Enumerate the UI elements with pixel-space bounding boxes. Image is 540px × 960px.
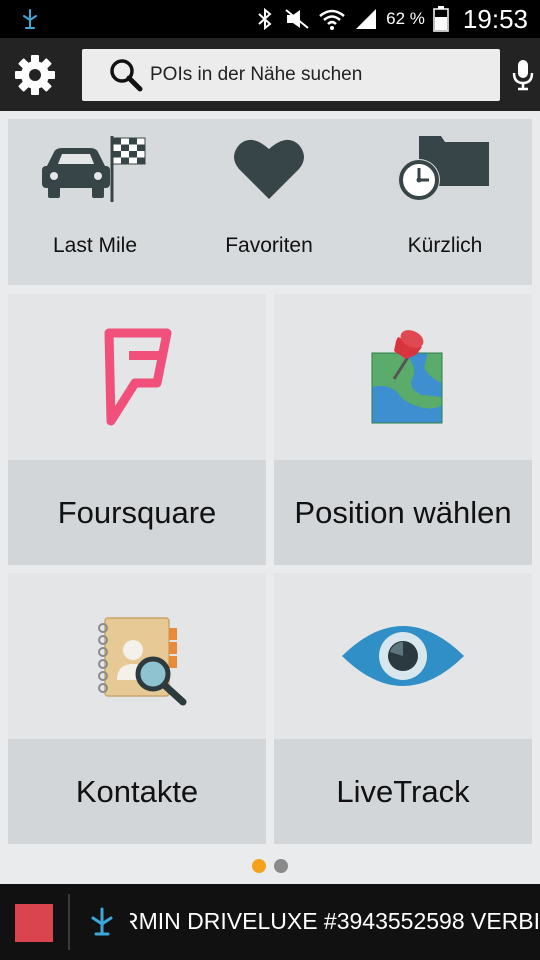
microphone-icon[interactable] <box>510 58 536 92</box>
status-bar: 62 % 19:53 <box>0 0 540 38</box>
connection-bar: RMIN DRIVELUXE #3943552598 VERBI <box>0 884 540 960</box>
search-placeholder: POIs in der Nähe suchen <box>150 64 363 85</box>
garmin-link-icon <box>91 907 113 936</box>
quick-access-row: Last Mile Favoriten Kürzlich <box>8 119 532 285</box>
eye-icon <box>342 626 464 686</box>
tile-contacts[interactable]: Kontakte <box>8 573 266 844</box>
garmin-link-icon <box>23 9 37 29</box>
tile-label-box: Kontakte <box>8 739 266 844</box>
battery-percent: 62 % <box>386 9 425 28</box>
battery-icon <box>433 6 449 32</box>
status-icons: 62 % 19:53 <box>254 0 528 38</box>
tile-label-box: Foursquare <box>8 460 266 565</box>
settings-button[interactable] <box>10 52 60 98</box>
quick-item-label: Favoriten <box>225 234 313 257</box>
page-indicator <box>0 859 540 873</box>
tile-choose-position[interactable]: Position wählen <box>274 294 532 565</box>
signal-icon <box>356 9 377 29</box>
map-pin-icon <box>371 330 443 424</box>
tile-livetrack[interactable]: LiveTrack <box>274 573 532 844</box>
heart-icon <box>234 139 304 199</box>
tile-label: Kontakte <box>75 773 199 809</box>
gear-icon <box>15 55 55 95</box>
car-flag-icon <box>42 136 146 202</box>
tile-label-box: Position wählen <box>274 460 532 565</box>
mute-icon <box>285 9 309 29</box>
tile-label: Position wählen <box>294 494 512 530</box>
top-bar: POIs in der Nähe suchen <box>0 38 540 111</box>
page-dot-active[interactable] <box>252 859 266 873</box>
tile-label: Foursquare <box>57 494 217 530</box>
contacts-icon <box>98 617 187 706</box>
ticker-clip: RMIN DRIVELUXE #3943552598 VERBI <box>130 884 540 960</box>
tile-label-box: LiveTrack <box>274 739 532 844</box>
divider <box>68 894 70 950</box>
stop-button[interactable] <box>15 904 53 942</box>
quick-item-label: Last Mile <box>52 234 138 257</box>
wifi-icon <box>319 9 345 30</box>
clock-folder-icon <box>398 136 489 201</box>
quick-item-label: Kürzlich <box>407 234 483 257</box>
quick-item-favorites[interactable]: Favoriten <box>182 119 356 285</box>
quick-item-recent[interactable]: Kürzlich <box>358 119 532 285</box>
connection-ticker: RMIN DRIVELUXE #3943552598 VERBI <box>130 908 540 934</box>
bluetooth-icon <box>258 7 272 31</box>
tile-label: LiveTrack <box>336 773 470 809</box>
tile-foursquare[interactable]: Foursquare <box>8 294 266 565</box>
clock: 19:53 <box>462 3 528 34</box>
page-dot[interactable] <box>274 859 288 873</box>
quick-item-last-mile[interactable]: Last Mile <box>8 119 182 285</box>
search-icon <box>110 59 143 92</box>
foursquare-icon <box>104 328 172 426</box>
search-input[interactable]: POIs in der Nähe suchen <box>82 49 500 101</box>
